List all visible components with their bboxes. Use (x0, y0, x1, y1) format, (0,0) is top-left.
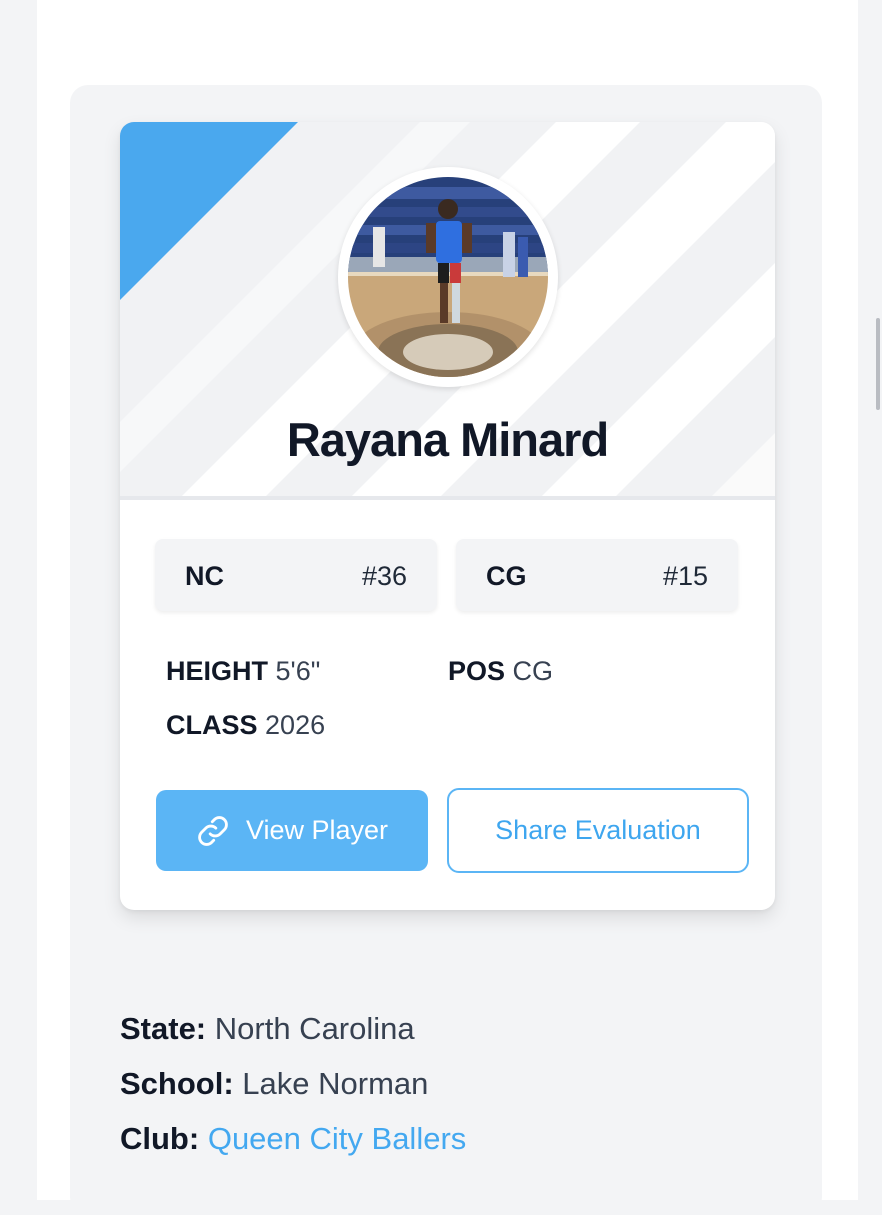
state-value: North Carolina (214, 1011, 415, 1046)
class-stat: CLASS 2026 (166, 710, 325, 741)
school-value: Lake Norman (242, 1066, 429, 1101)
height-label: HEIGHT (166, 656, 269, 686)
position-rank-box: CG #15 (456, 539, 738, 611)
school-row: School: Lake Norman (120, 1066, 428, 1102)
scrollbar-thumb[interactable] (876, 318, 880, 410)
state-rank-label: NC (185, 561, 224, 591)
state-rank-value: #36 (361, 561, 407, 591)
share-evaluation-label: Share Evaluation (495, 815, 701, 845)
class-value: 2026 (265, 710, 326, 740)
position-stat: POS CG (448, 656, 553, 687)
state-label: State: (120, 1011, 207, 1046)
position-rank-label: CG (486, 561, 527, 591)
player-card: Rayana Minard NC #36 CG #15 HEIGHT 5'6" … (120, 122, 775, 910)
height-value: 5'6" (275, 656, 321, 686)
share-evaluation-button[interactable]: Share Evaluation (447, 788, 749, 873)
player-photo (348, 177, 548, 377)
state-row: State: North Carolina (120, 1011, 415, 1047)
view-player-button[interactable]: View Player (156, 790, 428, 871)
position-label: POS (448, 656, 506, 686)
club-label: Club: (120, 1121, 200, 1156)
link-icon (198, 815, 228, 846)
avatar (338, 167, 558, 387)
header-divider (120, 496, 775, 500)
state-rank-box: NC #36 (155, 539, 437, 611)
class-label: CLASS (166, 710, 258, 740)
position-rank-value: #15 (662, 561, 708, 591)
card-header: Rayana Minard (120, 122, 775, 498)
view-player-label: View Player (245, 815, 389, 845)
school-label: School: (120, 1066, 234, 1101)
height-stat: HEIGHT 5'6" (166, 656, 320, 687)
club-link[interactable]: Queen City Ballers (208, 1121, 466, 1156)
club-row: Club: Queen City Ballers (120, 1121, 466, 1157)
position-value: CG (512, 656, 554, 686)
player-name: Rayana Minard (286, 413, 609, 466)
